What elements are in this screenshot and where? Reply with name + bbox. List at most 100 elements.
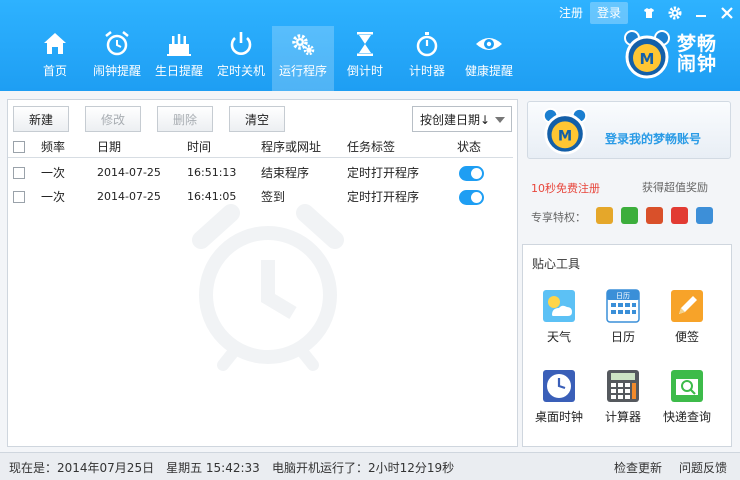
row-checkbox[interactable] [13, 167, 25, 179]
nav-stopwatch[interactable]: 计时器 [396, 26, 458, 91]
nav-shutdown[interactable]: 定时关机 [210, 26, 272, 91]
status-toggle[interactable] [459, 166, 484, 181]
nav-label: 定时关机 [216, 64, 265, 78]
minimize-icon[interactable] [688, 0, 714, 26]
register-link[interactable]: 注册 [552, 2, 590, 24]
skin-icon[interactable] [636, 0, 662, 26]
status-bar: 现在是：2014年07月25日 星期五 15:42:33 电脑开机运行了：2小时… [0, 452, 740, 480]
row-program: 结束程序 [261, 166, 310, 180]
alarm-mascot-icon: M [542, 107, 588, 155]
app-header: 注册 登录 首页 闹钟提醒 生日提醒 定时关机 运行程序 倒计时 计时器 健康提… [0, 0, 740, 91]
row-freq: 一次 [41, 166, 66, 180]
vip-privileges [596, 207, 721, 224]
calendar-icon-text: 日历 [616, 292, 630, 300]
tool-notes[interactable]: 便签 [655, 289, 719, 359]
tool-calculator[interactable]: 计算器 [591, 369, 655, 439]
tool-label: 天气 [546, 330, 571, 344]
hourglass-icon [357, 32, 373, 56]
calendar-privilege-icon[interactable] [646, 207, 663, 224]
nav-countdown[interactable]: 倒计时 [334, 26, 396, 91]
close-icon[interactable] [714, 0, 740, 26]
nav-health[interactable]: 健康提醒 [458, 26, 520, 91]
nav-label: 生日提醒 [154, 64, 203, 78]
table-row[interactable]: 一次 2014-07-25 16:51:13 结束程序 定时打开程序 [8, 162, 513, 186]
stopwatch-icon [416, 32, 438, 57]
table-header: 频率 日期 时间 程序或网址 任务标签 状态 [8, 136, 513, 158]
svg-text:M: M [558, 129, 572, 145]
login-link[interactable]: 登录 [589, 2, 628, 24]
toggle-knob [471, 192, 482, 203]
new-button[interactable]: 新建 [13, 106, 69, 132]
feedback-link[interactable]: 问题反馈 [679, 459, 727, 476]
row-time: 16:41:05 [187, 190, 237, 203]
present-privilege-icon[interactable] [671, 207, 688, 224]
nav-label: 倒计时 [346, 64, 383, 78]
check-update-link[interactable]: 检查更新 [614, 459, 662, 476]
toolbar: 新建 修改 删除 清空 按创建日期↓ [13, 106, 512, 132]
tool-label: 快递查询 [662, 410, 711, 424]
current-time-text: 现在是：2014年07月25日 星期五 15:42:33 [9, 461, 260, 475]
nav-birthday[interactable]: 生日提醒 [148, 26, 210, 91]
calendar-icon: 日历 [606, 289, 640, 323]
weather-icon [543, 290, 575, 322]
eye-icon [476, 38, 502, 50]
tool-express-query[interactable]: 快递查询 [655, 369, 719, 439]
nav-label: 首页 [42, 64, 67, 78]
col-freq: 频率 [41, 140, 66, 154]
sort-value: 按创建日期↓ [420, 112, 491, 127]
col-program: 程序或网址 [261, 140, 322, 154]
birthday-cake-icon [167, 34, 191, 56]
link-privilege-icon[interactable] [621, 207, 638, 224]
status-toggle[interactable] [459, 190, 484, 205]
nav-home[interactable]: 首页 [24, 26, 86, 91]
row-time: 16:51:13 [187, 166, 237, 179]
gift-privilege-icon[interactable] [596, 207, 613, 224]
delete-button[interactable]: 删除 [157, 106, 213, 132]
row-tag: 定时打开程序 [347, 166, 420, 180]
row-checkbox[interactable] [13, 191, 25, 203]
col-date: 日期 [97, 140, 122, 154]
alarm-clock-watermark-icon [192, 204, 344, 371]
svg-text:M: M [640, 50, 655, 68]
nav-run-program[interactable]: 运行程序 [272, 26, 334, 91]
row-tag: 定时打开程序 [347, 190, 420, 204]
task-list-panel: 新建 修改 删除 清空 按创建日期↓ 频率 日期 时间 程序或网址 任务标签 状… [7, 99, 518, 447]
nav-label: 运行程序 [278, 64, 327, 78]
col-tag: 任务标签 [347, 140, 396, 154]
tools-title: 贴心工具 [532, 257, 581, 271]
col-status: 状态 [457, 140, 482, 154]
nav-alarm[interactable]: 闹钟提醒 [86, 26, 148, 91]
desktop-clock-icon [543, 370, 575, 402]
shutdown-timer-icon [230, 32, 252, 55]
express-search-icon [671, 370, 703, 402]
calculator-icon [607, 370, 639, 402]
home-privilege-icon[interactable] [696, 207, 713, 224]
account-login-card[interactable]: M 登录我的梦畅账号 [527, 101, 731, 159]
tool-weather[interactable]: 天气 [527, 289, 591, 359]
nav-label: 健康提醒 [464, 64, 513, 78]
uptime-text: 电脑开机运行了：2小时12分19秒 [272, 461, 455, 475]
table-row[interactable]: 一次 2014-07-25 16:41:05 签到 定时打开程序 [8, 186, 513, 210]
row-date: 2014-07-25 [97, 166, 161, 179]
sort-dropdown[interactable]: 按创建日期↓ [412, 106, 512, 132]
brand-name: 梦畅 闹钟 [677, 33, 718, 75]
title-bar: 注册 登录 [552, 0, 740, 26]
gears-icon [292, 34, 315, 56]
tool-label: 计算器 [604, 410, 641, 424]
tool-label: 日历 [610, 330, 635, 344]
row-program: 签到 [261, 190, 286, 204]
alarm-mascot-logo-icon: M [624, 30, 670, 79]
home-icon [44, 33, 66, 54]
reward-link[interactable]: 获得超值奖励 [642, 179, 708, 195]
tool-calendar[interactable]: 日历 日历 [591, 289, 655, 359]
nav-label: 计时器 [408, 64, 445, 78]
free-register-link[interactable]: 10秒免费注册 [531, 180, 600, 196]
edit-button[interactable]: 修改 [85, 106, 141, 132]
row-date: 2014-07-25 [97, 190, 161, 203]
select-all-checkbox[interactable] [13, 141, 25, 153]
settings-gear-icon[interactable] [662, 0, 688, 26]
tool-desktop-clock[interactable]: 桌面时钟 [527, 369, 591, 439]
clear-button[interactable]: 清空 [229, 106, 285, 132]
brand-logo: M 梦畅 闹钟 [622, 28, 717, 80]
tool-label: 桌面时钟 [534, 410, 583, 424]
